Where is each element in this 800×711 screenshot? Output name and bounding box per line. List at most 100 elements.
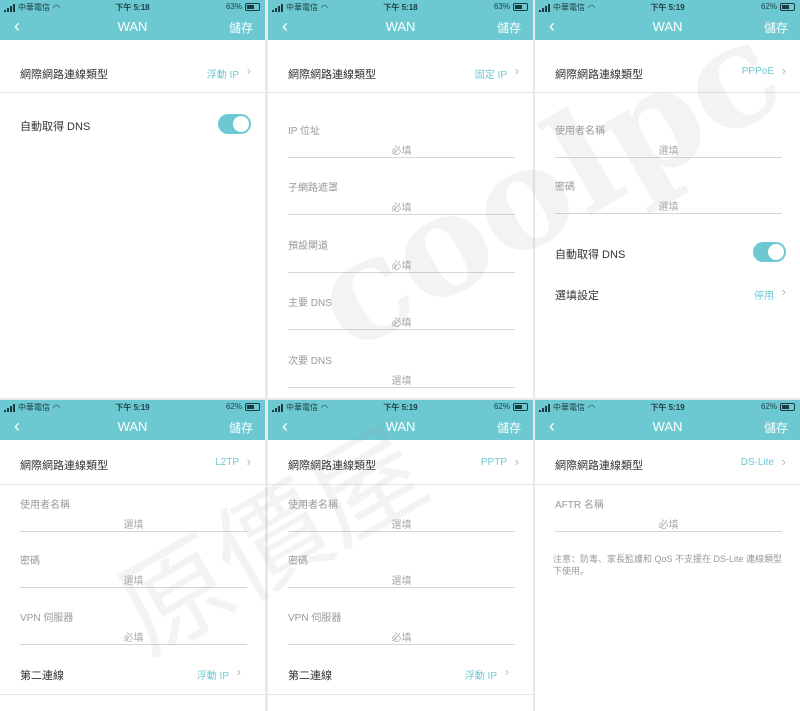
screen-pppoe: 中華電信 ◠ 下午 5:19 62% ‹ WAN 儲存 網際網路連線類型 PPPo…	[535, 0, 800, 398]
battery-percent: 62%	[760, 2, 777, 11]
connection-type-label: 網際網路連線類型	[288, 69, 376, 81]
status-bar: 中華電信 ◠ 下午 5:18 63%	[0, 0, 265, 14]
auto-dns-label: 自動取得 DNS	[555, 249, 626, 261]
username-field[interactable]: 使用者名稱 選填	[288, 496, 515, 544]
field-placeholder: 選填	[391, 576, 412, 587]
connection-type-value: 固定 IP	[474, 70, 507, 81]
ds-lite-note: 注意：防毒、家長監護和 QoS 不支援在 DS-Lite 連線類型下使用。	[553, 554, 783, 576]
field-placeholder: 必填	[391, 146, 412, 157]
save-button[interactable]: 儲存	[229, 19, 253, 36]
password-field[interactable]: 密碼 選填	[20, 552, 247, 600]
status-bar: 中華電信 ◠ 下午 5:19 62%	[535, 400, 800, 414]
save-button[interactable]: 儲存	[497, 19, 521, 36]
header-bar: 中華電信 ◠ 下午 5:19 62% ‹ WAN 儲存	[268, 400, 533, 440]
connection-type-value: DS-Lite	[740, 457, 774, 468]
connection-type-row[interactable]: 網際網路連線類型 固定 IP ›	[268, 40, 533, 93]
field-label: VPN 伺服器	[288, 613, 342, 624]
secondary-connection-value: 浮動 IP	[196, 671, 229, 682]
field-placeholder: 必填	[391, 318, 412, 329]
username-field[interactable]: 使用者名稱 選填	[555, 122, 782, 170]
page-title: WAN	[385, 419, 416, 434]
chevron-right-icon: ›	[514, 454, 519, 469]
connection-type-row[interactable]: 網際網路連線類型 浮動 IP ›	[0, 40, 265, 93]
connection-type-label: 網際網路連線類型	[20, 69, 108, 81]
auto-dns-toggle[interactable]	[218, 114, 251, 134]
battery-icon	[513, 2, 528, 11]
connection-type-value: 浮動 IP	[206, 70, 239, 81]
field-placeholder: 必填	[123, 633, 144, 644]
screen-dynamic-ip: 中華電信 ◠ 下午 5:18 63% ‹ WAN 儲存 網際網路連線類型 浮動 I…	[0, 0, 265, 398]
chevron-right-icon: ›	[236, 664, 241, 679]
field-placeholder: 選填	[658, 202, 679, 213]
connection-type-label: 網際網路連線類型	[20, 460, 108, 472]
screen-ds-lite: 中華電信 ◠ 下午 5:19 62% ‹ WAN 儲存 網際網路連線類型 DS-L…	[535, 400, 800, 711]
aftr-name-field[interactable]: AFTR 名稱 必填	[555, 496, 782, 544]
secondary-connection-row[interactable]: 第二連線 浮動 IP ›	[268, 656, 533, 695]
battery-icon	[245, 2, 260, 11]
username-field[interactable]: 使用者名稱 選填	[20, 496, 247, 544]
field-label: 子網路遮罩	[288, 183, 338, 194]
field-label: 使用者名稱	[555, 126, 605, 137]
optional-settings-label: 選填設定	[555, 290, 599, 302]
status-bar: 中華電信 ◠ 下午 5:19 62%	[268, 400, 533, 414]
field-label: 使用者名稱	[20, 500, 70, 511]
vpn-server-field[interactable]: VPN 伺服器 必填	[288, 609, 515, 657]
secondary-connection-row[interactable]: 第二連線 浮動 IP ›	[0, 656, 265, 695]
save-button[interactable]: 儲存	[764, 19, 788, 36]
connection-type-row[interactable]: 網際網路連線類型 DS-Lite ›	[535, 440, 800, 485]
ip-address-field[interactable]: IP 位址 必填	[288, 122, 515, 170]
secondary-connection-label: 第二連線	[20, 670, 64, 682]
field-label: 密碼	[288, 556, 308, 567]
save-button[interactable]: 儲存	[497, 419, 521, 436]
battery-icon	[780, 402, 795, 411]
password-field[interactable]: 密碼 選填	[555, 178, 782, 226]
subnet-mask-field[interactable]: 子網路遮罩 必填	[288, 179, 515, 227]
chevron-right-icon: ›	[246, 63, 251, 78]
page-title: WAN	[117, 19, 148, 34]
page-title: WAN	[652, 19, 683, 34]
connection-type-value: L2TP	[215, 457, 239, 468]
secondary-dns-field[interactable]: 次要 DNS 選填	[288, 352, 515, 398]
vpn-server-field[interactable]: VPN 伺服器 必填	[20, 609, 247, 657]
connection-type-value: PPPoE	[741, 66, 774, 77]
field-label: 密碼	[555, 182, 575, 193]
battery-percent: 62%	[225, 402, 242, 411]
save-button[interactable]: 儲存	[229, 419, 253, 436]
page-title: WAN	[652, 419, 683, 434]
chevron-right-icon: ›	[781, 63, 786, 78]
field-label: IP 位址	[288, 126, 321, 137]
secondary-connection-value: 浮動 IP	[464, 671, 497, 682]
field-placeholder: 選填	[391, 376, 412, 387]
field-placeholder: 選填	[123, 520, 144, 531]
header-bar: 中華電信 ◠ 下午 5:18 63% ‹ WAN 儲存	[0, 0, 265, 40]
battery-icon	[513, 402, 528, 411]
field-label: 次要 DNS	[288, 356, 332, 367]
status-bar: 中華電信 ◠ 下午 5:18 63%	[268, 0, 533, 14]
primary-dns-field[interactable]: 主要 DNS 必填	[288, 294, 515, 342]
optional-settings-row[interactable]: 選填設定 停用 ›	[535, 276, 800, 312]
battery-percent: 63%	[225, 2, 242, 11]
field-label: AFTR 名稱	[555, 500, 604, 511]
field-placeholder: 必填	[658, 520, 679, 531]
field-label: 密碼	[20, 556, 40, 567]
field-placeholder: 選填	[391, 520, 412, 531]
save-button[interactable]: 儲存	[764, 419, 788, 436]
chevron-right-icon: ›	[781, 284, 786, 299]
chevron-right-icon: ›	[514, 63, 519, 78]
connection-type-row[interactable]: 網際網路連線類型 PPTP ›	[268, 440, 533, 485]
secondary-connection-label: 第二連線	[288, 670, 332, 682]
auto-dns-toggle[interactable]	[753, 242, 786, 262]
chevron-right-icon: ›	[246, 454, 251, 469]
status-bar: 中華電信 ◠ 下午 5:19 62%	[535, 0, 800, 14]
battery-percent: 62%	[760, 402, 777, 411]
connection-type-label: 網際網路連線類型	[555, 69, 643, 81]
connection-type-row[interactable]: 網際網路連線類型 L2TP ›	[0, 440, 265, 485]
header-bar: 中華電信 ◠ 下午 5:19 62% ‹ WAN 儲存	[0, 400, 265, 440]
screen-l2tp: 中華電信 ◠ 下午 5:19 62% ‹ WAN 儲存 網際網路連線類型 L2TP…	[0, 400, 265, 711]
field-placeholder: 選填	[658, 146, 679, 157]
connection-type-row[interactable]: 網際網路連線類型 PPPoE ›	[535, 40, 800, 93]
default-gateway-field[interactable]: 預設閘道 必填	[288, 237, 515, 285]
battery-percent: 63%	[493, 2, 510, 11]
screen-static-ip: 中華電信 ◠ 下午 5:18 63% ‹ WAN 儲存 網際網路連線類型 固定 I…	[268, 0, 533, 398]
password-field[interactable]: 密碼 選填	[288, 552, 515, 600]
